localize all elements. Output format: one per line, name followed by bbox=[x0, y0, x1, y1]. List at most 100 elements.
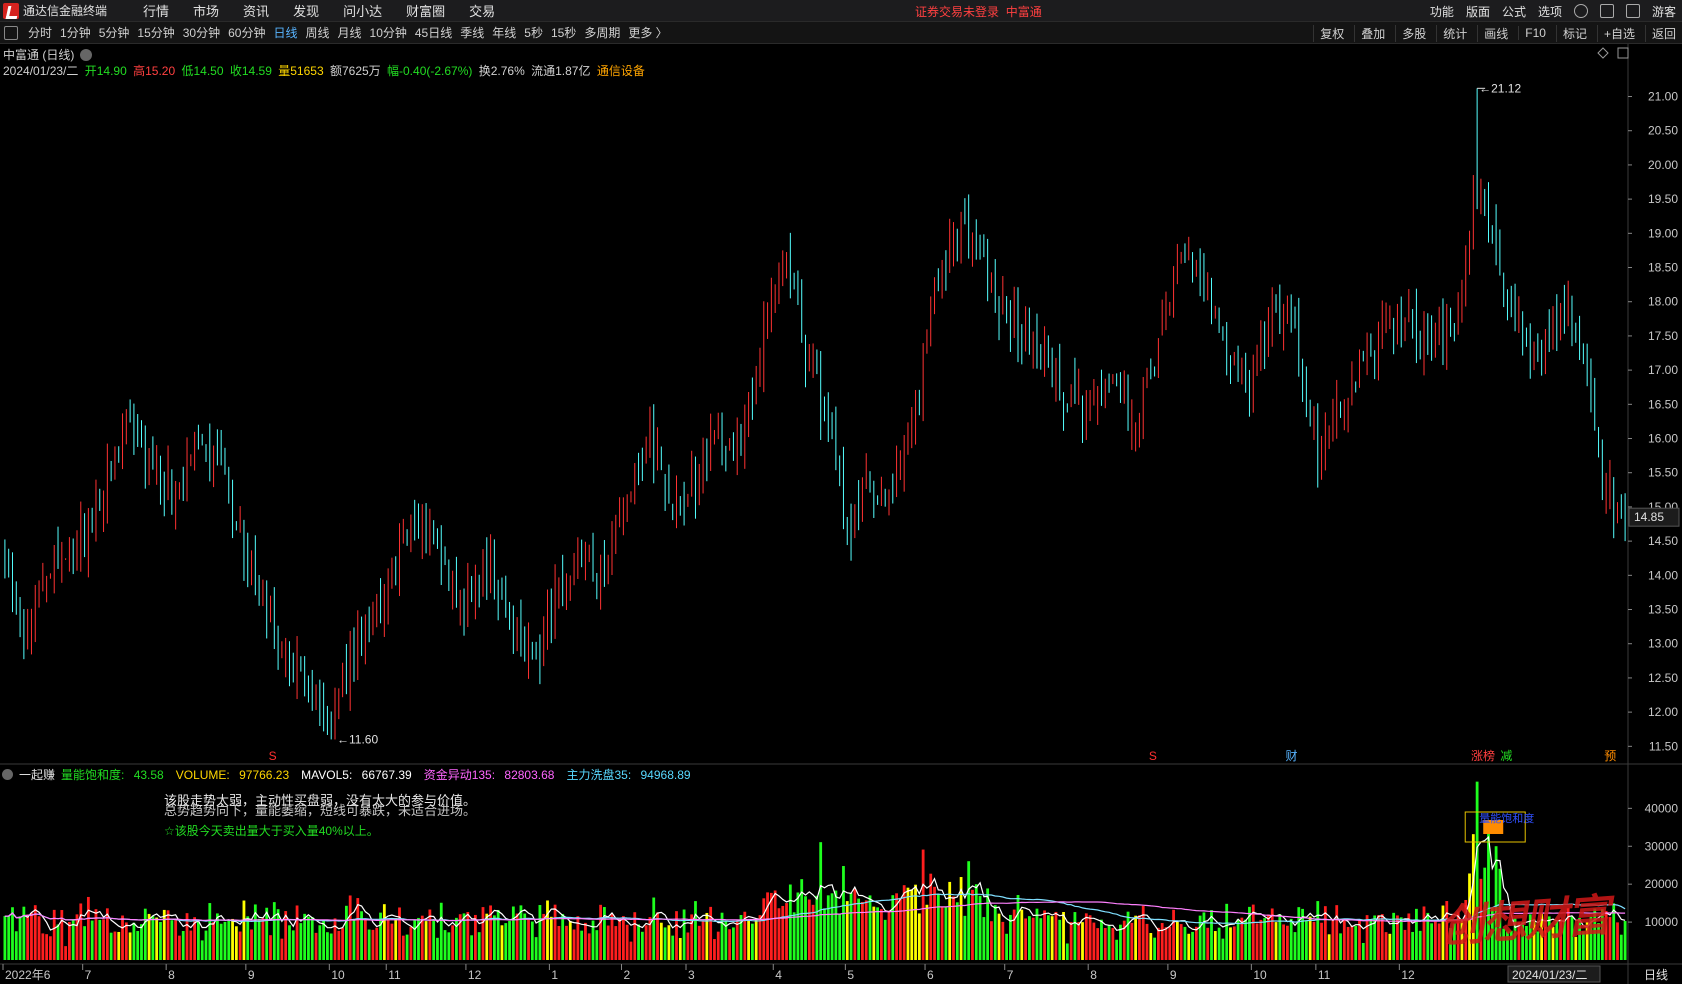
volume-bar bbox=[1191, 931, 1194, 960]
mavol5-value: MAVOL5: 66767.39 bbox=[301, 767, 412, 782]
volume-bar bbox=[280, 938, 284, 960]
volume-bar bbox=[405, 934, 409, 960]
x-axis-label: 11 bbox=[388, 968, 401, 982]
volume-bar bbox=[52, 909, 56, 960]
volume-bar bbox=[159, 921, 162, 960]
volume-bar bbox=[1020, 909, 1024, 960]
volume-bar bbox=[212, 922, 215, 960]
event-mark: 减 bbox=[1500, 749, 1512, 763]
volume-bar bbox=[640, 931, 644, 960]
volume-bar bbox=[424, 921, 428, 960]
volume-bar bbox=[993, 905, 997, 960]
volume-bar bbox=[102, 919, 105, 960]
volume-bar bbox=[79, 903, 83, 960]
volume-bar bbox=[595, 930, 599, 960]
chevron-down-icon[interactable] bbox=[2, 769, 13, 780]
volume-bar bbox=[1236, 919, 1240, 960]
volume-bar bbox=[762, 898, 766, 960]
volume-bar bbox=[178, 935, 181, 960]
volume-bar bbox=[37, 916, 41, 960]
volume-bar bbox=[1016, 895, 1020, 960]
volume-bar bbox=[834, 890, 838, 960]
volume-bar bbox=[314, 932, 318, 960]
volume-bar bbox=[1350, 925, 1354, 960]
volume-bar bbox=[830, 893, 834, 960]
price-axis-label: 16.00 bbox=[1648, 432, 1678, 446]
indicator-name[interactable]: 一起赚 bbox=[19, 766, 55, 783]
volume-bar bbox=[788, 884, 792, 960]
volume-bar bbox=[713, 939, 716, 960]
volume-bar bbox=[587, 933, 591, 960]
volume-bar bbox=[1043, 910, 1046, 960]
volume-bar bbox=[382, 904, 386, 960]
x-axis-label: 7 bbox=[1007, 968, 1014, 982]
volume-bar bbox=[963, 915, 967, 960]
volume-bar bbox=[663, 927, 667, 960]
volume-bar bbox=[151, 915, 155, 960]
volume-bar bbox=[1274, 922, 1278, 960]
window-icon[interactable] bbox=[1617, 47, 1629, 59]
volume-bar bbox=[1156, 927, 1160, 960]
volume-bar bbox=[625, 924, 629, 960]
current-price-label: 14.85 bbox=[1634, 510, 1664, 524]
x-axis-label: 8 bbox=[1090, 968, 1097, 982]
volume-bar bbox=[815, 895, 819, 960]
volume-bar bbox=[439, 902, 443, 960]
volume-bar bbox=[56, 924, 60, 960]
volume-bar bbox=[223, 921, 227, 960]
volume-bar bbox=[470, 935, 474, 960]
volume-bar bbox=[652, 897, 656, 960]
volume-bar bbox=[1335, 905, 1339, 960]
x-axis-label: 5 bbox=[847, 968, 854, 982]
volume-bar bbox=[49, 936, 52, 960]
volume-bar bbox=[534, 937, 538, 960]
volume-bar bbox=[621, 916, 625, 960]
volume-bar bbox=[98, 919, 102, 960]
volume-bar bbox=[849, 892, 853, 960]
volume-bar bbox=[1081, 922, 1084, 960]
volume-bar bbox=[398, 907, 401, 960]
volume-bar bbox=[181, 931, 185, 960]
x-axis-label: 9 bbox=[248, 968, 255, 982]
volume-bar bbox=[1206, 927, 1210, 960]
volume-bar bbox=[694, 901, 697, 960]
volume-bar bbox=[1149, 933, 1153, 960]
diamond-icon[interactable] bbox=[1597, 47, 1609, 59]
volume-bar bbox=[766, 892, 769, 960]
volume-bar bbox=[675, 911, 678, 960]
volume-bar bbox=[1092, 922, 1096, 960]
volume-bar bbox=[1232, 926, 1236, 960]
volume-bar bbox=[978, 895, 982, 960]
volume-bar bbox=[352, 919, 356, 960]
volume-bar bbox=[121, 915, 124, 960]
volume-bar bbox=[542, 913, 546, 960]
price-axis-label: 18.50 bbox=[1648, 261, 1678, 275]
price-axis-label: 17.50 bbox=[1648, 329, 1678, 343]
volume-bar bbox=[1399, 917, 1403, 960]
x-axis-label: 2 bbox=[623, 968, 630, 982]
volume-bar bbox=[174, 918, 178, 960]
volume-bar bbox=[792, 912, 796, 960]
x-axis-label: 6 bbox=[927, 968, 934, 982]
volume-bar bbox=[1282, 924, 1286, 960]
volume-bar bbox=[678, 937, 682, 960]
volume-bar bbox=[682, 909, 686, 960]
volume-axis-label: 10000 bbox=[1645, 915, 1679, 929]
volume-bar bbox=[1172, 909, 1175, 960]
x-axis-label: 1 bbox=[551, 968, 558, 982]
volume-bar bbox=[166, 910, 170, 960]
sell-volume-note: ☆该股今天卖出量大于买入量40%以上。 bbox=[164, 824, 379, 838]
volume-bar bbox=[1418, 930, 1422, 960]
volume-bar bbox=[485, 913, 489, 960]
volume-bar bbox=[606, 925, 610, 960]
volume-bar bbox=[337, 930, 341, 960]
x-axis-label: 11 bbox=[1318, 968, 1331, 982]
volume-bar bbox=[982, 917, 986, 960]
volume-bar bbox=[231, 918, 234, 960]
x-axis-label: 12 bbox=[468, 968, 482, 982]
volume-bar bbox=[796, 892, 800, 960]
volume-bar bbox=[128, 932, 132, 960]
volume-bar bbox=[30, 912, 33, 960]
volume-bar bbox=[511, 906, 515, 960]
volume-bar bbox=[200, 940, 204, 960]
